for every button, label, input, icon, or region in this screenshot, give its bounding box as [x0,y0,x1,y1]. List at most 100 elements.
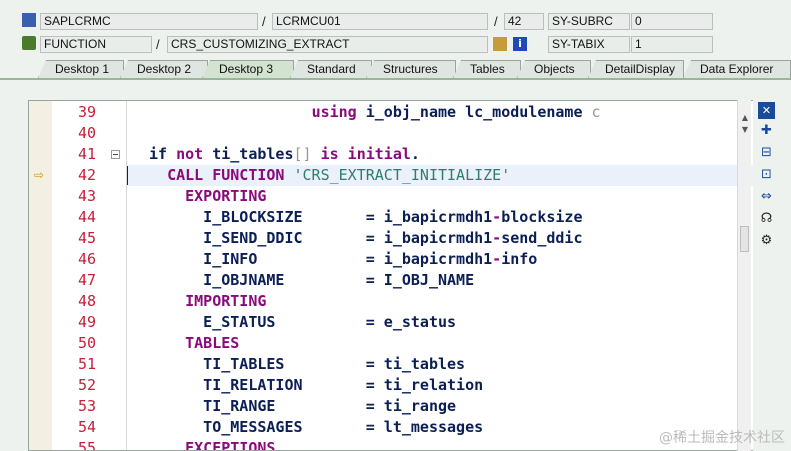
object-name-field[interactable]: CRS_CUSTOMIZING_EXTRACT [167,36,488,53]
code-line[interactable]: 40 [29,123,753,144]
line-number: 52 [77,376,96,394]
code-text: I_BLOCKSIZE = i_bapicrmdh1-blocksize [149,207,582,228]
code-token: not [176,145,204,163]
code-text: TI_TABLES = ti_tables [149,354,465,375]
code-token: is initial [320,145,411,163]
code-text: EXCEPTIONS [149,438,275,450]
code-token: I_BLOCKSIZE = i_bapicrmdh1 [149,208,493,226]
code-token: - [492,229,502,247]
code-token: 'CRS_EXTRACT_INITIALIZE' [293,166,511,184]
tab-desktop-2[interactable]: Desktop 2 [120,60,208,78]
code-token: EXPORTING [185,187,267,205]
code-text: using i_obj_name lc_modulename c [149,102,601,123]
code-line[interactable]: 47 I_OBJNAME = I_OBJ_NAME [29,270,753,291]
include-field[interactable]: LCRMCU01 [272,13,488,30]
vertical-scrollbar[interactable]: ▲ ▼ [737,100,751,451]
scroll-up-icon[interactable]: ▲ [739,112,751,124]
headset-icon[interactable]: ☊ [758,210,775,227]
code-token: TI_RANGE = ti_range [149,397,457,415]
tab-objects[interactable]: Objects [517,60,591,78]
tab-detail-display[interactable]: DetailDisplay [588,60,684,78]
close-icon[interactable]: ✕ [758,102,775,119]
line-number-field[interactable]: 42 [504,13,544,30]
code-token: [] [293,145,312,163]
line-number: 55 [77,439,96,451]
code-line[interactable]: 55 EXCEPTIONS [29,438,753,451]
code-line[interactable]: 39 using i_obj_name lc_modulename c [29,102,753,123]
function-icon [22,36,36,50]
watermark: @稀土掘金技术社区 [659,430,785,446]
expand-icon[interactable]: ⊡ [758,166,775,183]
code-text: I_SEND_DDIC = i_bapicrmdh1-send_ddic [149,228,582,249]
code-text: EXPORTING [149,186,266,207]
code-line[interactable]: 46 I_INFO = i_bapicrmdh1-info [29,249,753,270]
split-icon[interactable]: ⊟ [758,144,775,161]
code-token: CALL FUNCTION [167,166,285,184]
code-line[interactable]: 54 TO_MESSAGES = lt_messages [29,417,753,438]
code-token: TI_TABLES = ti_tables [149,355,466,373]
code-token: I_SEND_DDIC = i_bapicrmdh1 [149,229,493,247]
tab-desktop-3[interactable]: Desktop 3 [202,60,294,78]
code-line[interactable]: 50 TABLES [29,333,753,354]
code-token: TI_RELATION = ti_relation [149,376,484,394]
code-line[interactable]: 49 E_STATUS = e_status [29,312,753,333]
code-line[interactable]: 53 TI_RANGE = ti_range [29,396,753,417]
code-token: blocksize [501,208,583,226]
code-text: IMPORTING [149,291,266,312]
line-number: 44 [77,208,96,226]
tab-data-explorer[interactable]: Data Explorer [683,60,791,78]
code-token: ti_tables [203,145,294,163]
tab-strip-border [0,78,791,80]
code-token: E_STATUS = e_status [149,313,457,331]
code-line[interactable]: 48 IMPORTING [29,291,753,312]
line-number: 40 [77,124,96,142]
line-number: 46 [77,250,96,268]
desktop-tab-strip: Desktop 1 Desktop 2 Desktop 3 Standard S… [0,58,791,80]
code-text: TI_RANGE = ti_range [149,396,456,417]
resize-icon[interactable]: ⇔ [758,188,775,205]
fold-toggle-icon[interactable] [111,150,120,159]
object-type-field[interactable]: FUNCTION [40,36,152,53]
tab-desktop-1[interactable]: Desktop 1 [38,60,124,78]
line-number: 42 [77,166,96,184]
separator-slash: / [156,37,160,52]
code-token: if [149,145,177,163]
sy-subrc-value[interactable]: 0 [631,13,713,30]
tab-tables[interactable]: Tables [453,60,521,78]
sy-subrc-label: SY-SUBRC [548,13,630,30]
separator-slash: / [494,14,498,29]
code-token: i_obj_name lc_modulename [356,103,592,121]
line-number: 48 [77,292,96,310]
code-text: TO_MESSAGES = lt_messages [149,417,483,438]
new-icon[interactable]: ✚ [758,122,775,139]
info-icon[interactable]: i [513,37,527,51]
scroll-down-icon[interactable]: ▼ [739,124,751,136]
sy-tabix-value[interactable]: 1 [631,36,713,53]
program-field[interactable]: SAPLCRMC [40,13,258,30]
tab-structures[interactable]: Structures [366,60,456,78]
line-number: 51 [77,355,96,373]
code-token: info [501,250,538,268]
settings-icon[interactable]: ⚙ [758,232,775,249]
display-object-icon[interactable] [493,37,507,51]
code-line[interactable]: 45 I_SEND_DDIC = i_bapicrmdh1-send_ddic [29,228,753,249]
code-line[interactable]: 52 TI_RELATION = ti_relation [29,375,753,396]
code-line[interactable]: 51 TI_TABLES = ti_tables [29,354,753,375]
scroll-thumb[interactable] [740,226,749,252]
code-line[interactable]: 42 CALL FUNCTION 'CRS_EXTRACT_INITIALIZE… [29,165,753,186]
code-text: I_OBJNAME = I_OBJ_NAME [149,270,474,291]
sy-tabix-label: SY-TABIX [548,36,630,53]
editor-toolbar: ✕ ✚ ⊟ ⊡ ⇔ ☊ ⚙ [755,100,791,451]
code-line[interactable]: 41 if not ti_tables[] is initial. [29,144,753,165]
source-code-editor[interactable]: 39 using i_obj_name lc_modulename c 40 41 i… [28,100,753,451]
code-line[interactable]: 43 EXPORTING [29,186,753,207]
line-number: 45 [77,229,96,247]
code-line[interactable]: 44 I_BLOCKSIZE = i_bapicrmdh1-blocksize [29,207,753,228]
tab-standard[interactable]: Standard [290,60,372,78]
code-text: TABLES [149,333,239,354]
